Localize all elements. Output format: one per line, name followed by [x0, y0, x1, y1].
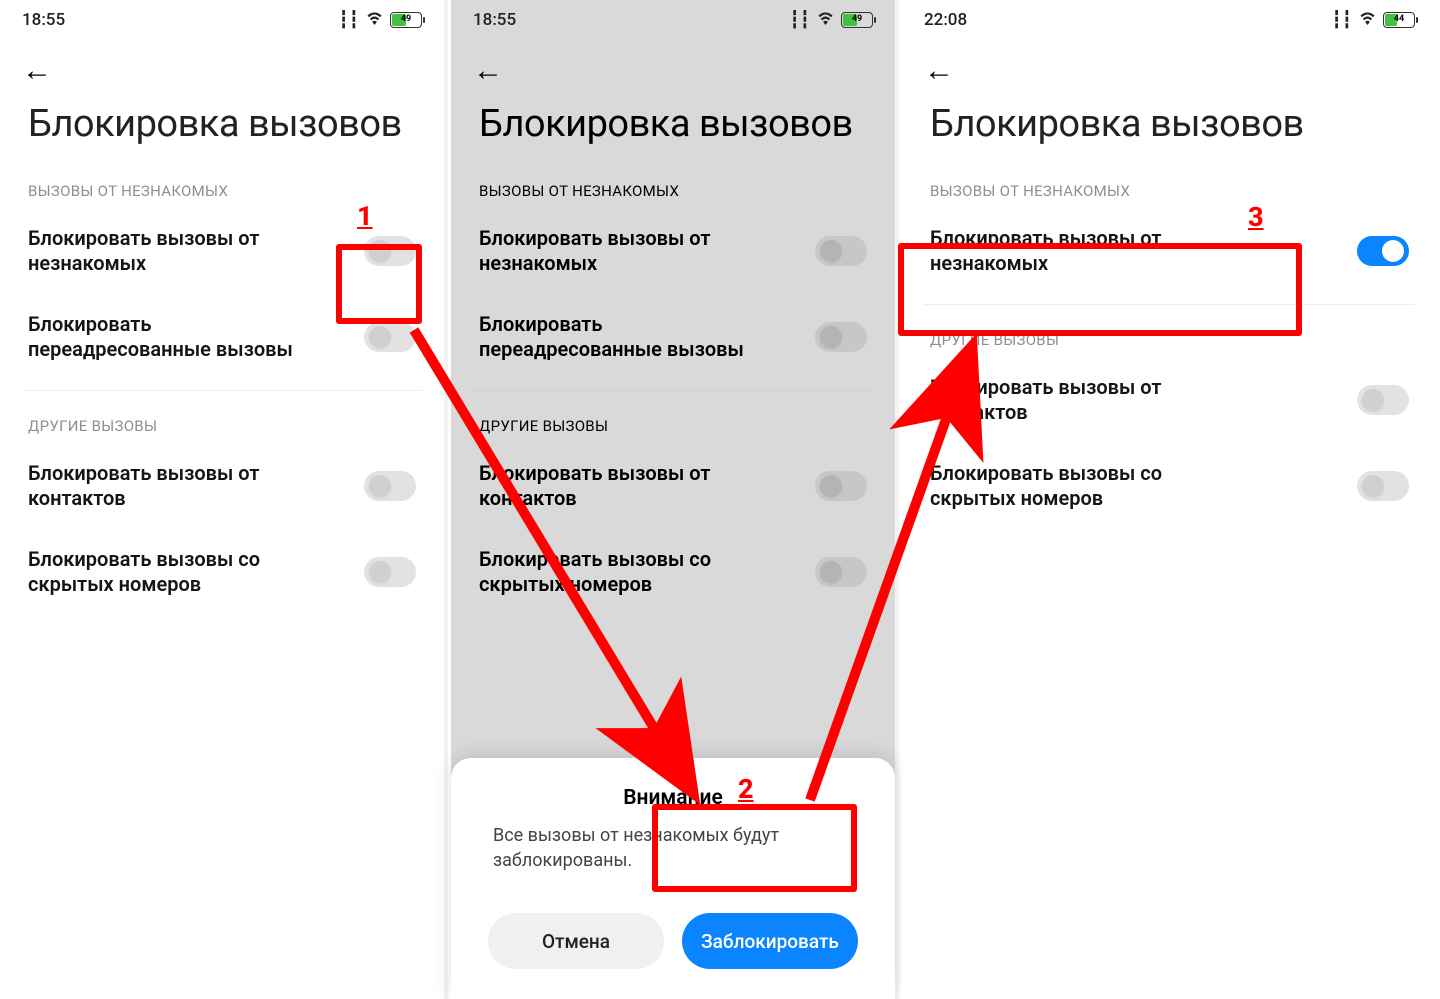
battery-icon: 49: [841, 12, 873, 28]
status-icons: ┇┇ 49: [790, 10, 873, 30]
battery-icon: 44: [1383, 12, 1415, 28]
status-bar: 18:55 ┇┇ 49: [0, 0, 444, 34]
row-label: Блокировать вызовы от незнакомых: [930, 226, 1230, 276]
section-header-strangers: ВЫЗОВЫ ОТ НЕЗНАКОМЫХ: [0, 166, 444, 208]
battery-icon: 49: [390, 12, 422, 28]
toggle-block-contacts[interactable]: [815, 471, 867, 501]
row-block-hidden[interactable]: Блокировать вызовы со скрытых номеров: [0, 529, 444, 615]
section-header-strangers: ВЫЗОВЫ ОТ НЕЗНАКОМЫХ: [902, 166, 1437, 208]
divider: [22, 390, 422, 391]
section-header-strangers: ВЫЗОВЫ ОТ НЕЗНАКОМЫХ: [451, 166, 895, 208]
divider: [924, 304, 1415, 305]
row-block-contacts[interactable]: Блокировать вызовы от контактов: [902, 357, 1437, 443]
signal-icon: ┇┇: [339, 10, 359, 30]
section-header-other: ДРУГИЕ ВЫЗОВЫ: [0, 401, 444, 443]
row-block-forwarded[interactable]: Блокировать переадресованные вызовы: [0, 294, 444, 380]
row-block-contacts[interactable]: Блокировать вызовы от контактов: [0, 443, 444, 529]
status-bar: 18:55 ┇┇ 49: [451, 0, 895, 34]
toggle-block-forwarded[interactable]: [815, 322, 867, 352]
row-block-contacts[interactable]: Блокировать вызовы от контактов: [451, 443, 895, 529]
toggle-block-forwarded[interactable]: [364, 322, 416, 352]
screen-1: 18:55 ┇┇ 49 ← Блокировка вызовов ВЫЗОВЫ …: [0, 0, 444, 999]
status-time: 18:55: [473, 10, 516, 30]
cancel-button[interactable]: Отмена: [488, 913, 664, 969]
row-block-strangers[interactable]: Блокировать вызовы от незнакомых: [451, 208, 895, 294]
status-time: 22:08: [924, 10, 967, 30]
row-block-strangers[interactable]: Блокировать вызовы от незнакомых: [0, 208, 444, 294]
row-block-hidden[interactable]: Блокировать вызовы со скрытых номеров: [451, 529, 895, 615]
status-time: 18:55: [22, 10, 65, 30]
toggle-block-hidden[interactable]: [1357, 471, 1409, 501]
section-header-other: ДРУГИЕ ВЫЗОВЫ: [451, 401, 895, 443]
row-label: Блокировать вызовы от незнакомых: [479, 226, 779, 276]
row-block-hidden[interactable]: Блокировать вызовы со скрытых номеров: [902, 443, 1437, 529]
row-label: Блокировать переадресованные вызовы: [479, 312, 779, 362]
divider: [473, 390, 873, 391]
toggle-block-contacts[interactable]: [364, 471, 416, 501]
toggle-block-strangers[interactable]: [364, 236, 416, 266]
confirm-dialog: Внимание Все вызовы от незнакомых будут …: [451, 758, 895, 999]
row-label: Блокировать вызовы от незнакомых: [28, 226, 328, 276]
back-button[interactable]: ←: [22, 56, 52, 86]
wifi-icon: [1358, 10, 1377, 30]
status-icons: ┇┇ 44: [1332, 10, 1415, 30]
row-label: Блокировать переадресованные вызовы: [28, 312, 328, 362]
status-icons: ┇┇ 49: [339, 10, 422, 30]
confirm-button[interactable]: Заблокировать: [682, 913, 858, 969]
wifi-icon: [365, 10, 384, 30]
wifi-icon: [816, 10, 835, 30]
row-block-strangers[interactable]: Блокировать вызовы от незнакомых: [902, 208, 1437, 294]
dialog-body: Все вызовы от незнакомых будут заблокиро…: [487, 824, 859, 873]
back-button[interactable]: ←: [924, 56, 954, 86]
toggle-block-strangers[interactable]: [815, 236, 867, 266]
screen-3: 22:08 ┇┇ 44 ← Блокировка вызовов ВЫЗОВЫ …: [902, 0, 1437, 999]
row-label: Блокировать вызовы со скрытых номеров: [479, 547, 779, 597]
dialog-title: Внимание: [473, 786, 873, 810]
screen-2: 18:55 ┇┇ 49 ← Блокировка вызовов ВЫЗОВЫ …: [451, 0, 895, 999]
toggle-block-strangers-on[interactable]: [1357, 236, 1409, 266]
row-label: Блокировать вызовы от контактов: [479, 461, 779, 511]
row-label: Блокировать вызовы со скрытых номеров: [28, 547, 328, 597]
toggle-block-hidden[interactable]: [364, 557, 416, 587]
section-header-other: ДРУГИЕ ВЫЗОВЫ: [902, 315, 1437, 357]
row-label: Блокировать вызовы от контактов: [930, 375, 1230, 425]
page-title: Блокировка вызовов: [902, 96, 1437, 166]
status-bar: 22:08 ┇┇ 44: [902, 0, 1437, 34]
signal-icon: ┇┇: [1332, 10, 1352, 30]
page-title: Блокировка вызовов: [451, 96, 895, 166]
row-label: Блокировать вызовы со скрытых номеров: [930, 461, 1230, 511]
back-button[interactable]: ←: [473, 56, 503, 86]
row-label: Блокировать вызовы от контактов: [28, 461, 328, 511]
page-title: Блокировка вызовов: [0, 96, 444, 166]
row-block-forwarded[interactable]: Блокировать переадресованные вызовы: [451, 294, 895, 380]
toggle-block-contacts[interactable]: [1357, 385, 1409, 415]
signal-icon: ┇┇: [790, 10, 810, 30]
toggle-block-hidden[interactable]: [815, 557, 867, 587]
